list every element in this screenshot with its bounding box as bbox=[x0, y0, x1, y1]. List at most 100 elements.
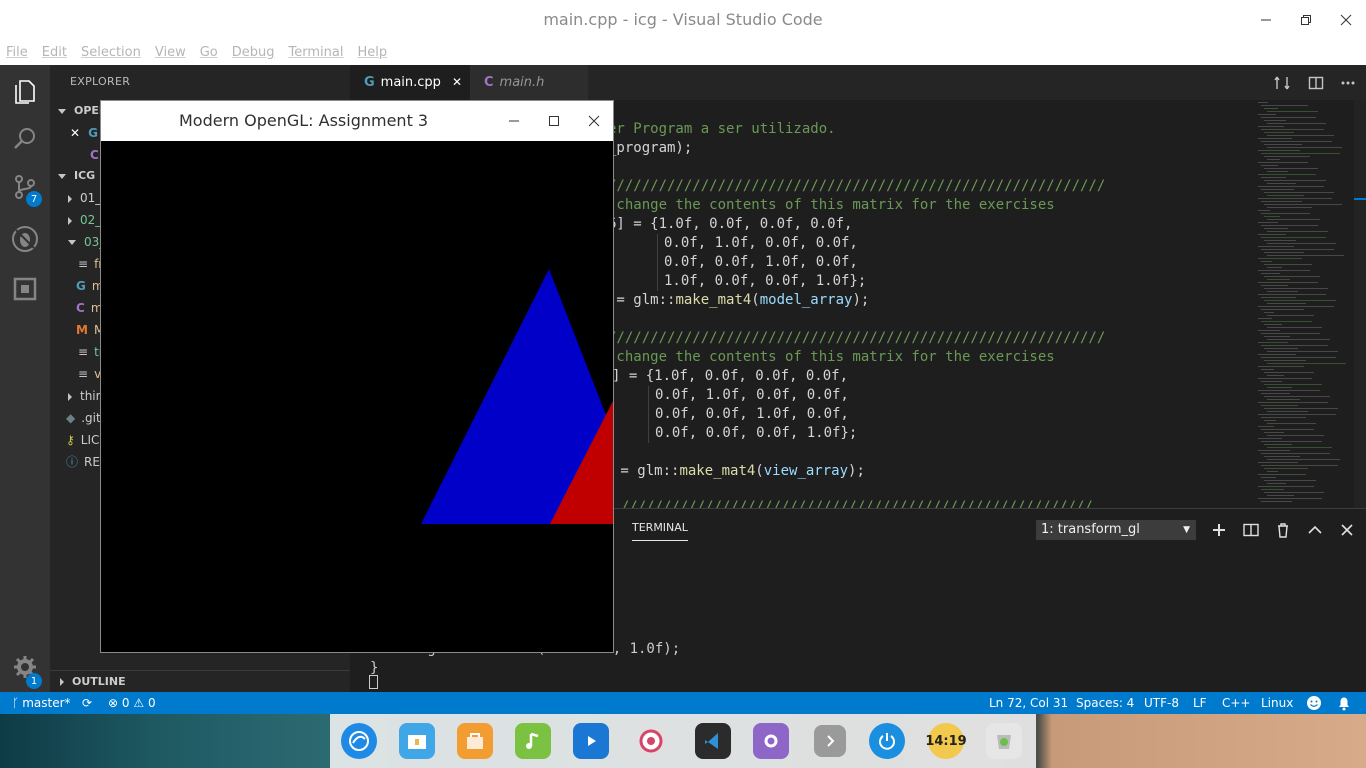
indentation-status[interactable]: Spaces: 4 bbox=[1076, 692, 1134, 714]
code-token: ( bbox=[751, 292, 760, 308]
minimap-line bbox=[1264, 156, 1310, 157]
problems-status[interactable]: ⊗ 0 ⚠ 0 bbox=[108, 692, 156, 714]
title-bar: main.cpp - icg - Visual Studio Code bbox=[0, 0, 1366, 40]
code-line: change the contents of this matrix for t… bbox=[608, 197, 1055, 213]
close-icon[interactable]: ✕ bbox=[70, 126, 80, 140]
language-status[interactable]: C++ bbox=[1222, 692, 1251, 714]
open-changes-button[interactable] bbox=[1274, 75, 1290, 95]
minimap-line bbox=[1267, 219, 1320, 220]
tab-terminal[interactable]: TERMINAL bbox=[632, 521, 688, 541]
makefile-icon: M bbox=[76, 323, 88, 337]
explorer-button[interactable] bbox=[0, 67, 50, 115]
git-branch-status[interactable]: ᚴ master* bbox=[12, 692, 71, 714]
editor-scrollbar[interactable] bbox=[1354, 100, 1366, 508]
tab-main-h[interactable]: Cmain.h bbox=[470, 65, 588, 100]
encoding-status[interactable]: UTF-8 bbox=[1144, 692, 1179, 714]
trash-icon[interactable] bbox=[986, 723, 1022, 759]
gl-minimize-button[interactable] bbox=[503, 110, 525, 132]
tree-folder-third[interactable]: thir bbox=[68, 385, 101, 407]
tree-folder-02[interactable]: 02_ bbox=[68, 209, 101, 231]
manage-button[interactable]: 1 bbox=[0, 643, 50, 691]
settings-icon[interactable] bbox=[633, 723, 669, 759]
warning-icon: ⚠ bbox=[133, 696, 145, 710]
minimap-line bbox=[1258, 150, 1300, 151]
code-line: = glm::make_mat4(view_array); bbox=[612, 462, 864, 481]
indent-guide bbox=[657, 234, 658, 291]
vscode-icon[interactable] bbox=[695, 723, 731, 759]
system-settings-icon[interactable] bbox=[753, 723, 789, 759]
menu-help[interactable]: Help bbox=[357, 45, 387, 60]
sync-icon: ⟳ bbox=[82, 696, 93, 710]
activity-bar: 7 1 bbox=[0, 65, 50, 692]
close-panel-button[interactable] bbox=[1338, 521, 1356, 539]
menu-file[interactable]: File bbox=[6, 45, 28, 60]
platform-status[interactable]: Linux bbox=[1261, 692, 1293, 714]
sync-button[interactable]: ⟳ bbox=[82, 692, 92, 714]
deepin-launcher-icon[interactable] bbox=[341, 723, 377, 759]
dropdown-arrow-icon: ▼ bbox=[1183, 525, 1190, 535]
debug-button[interactable] bbox=[0, 215, 50, 263]
opengl-window[interactable]: Modern OpenGL: Assignment 3 bbox=[100, 100, 614, 653]
video-icon[interactable] bbox=[573, 723, 609, 759]
workspace-section[interactable]: ICG bbox=[58, 165, 95, 187]
minimap-line bbox=[1258, 282, 1318, 283]
close-icon[interactable]: ✕ bbox=[452, 65, 462, 100]
source-control-button[interactable]: 7 bbox=[0, 163, 50, 211]
file-manager-icon[interactable] bbox=[399, 723, 435, 759]
tree-file-readme[interactable]: ⓘ RE bbox=[66, 451, 100, 473]
terminal-select[interactable]: 1: transform_gl ▼ bbox=[1036, 520, 1196, 540]
chevron-down-icon bbox=[58, 173, 66, 179]
app-store-icon[interactable] bbox=[457, 723, 493, 759]
tree-label: RE bbox=[84, 455, 100, 469]
header-file-icon: C bbox=[484, 75, 494, 90]
menu-edit[interactable]: Edit bbox=[42, 45, 67, 60]
new-terminal-button[interactable] bbox=[1210, 521, 1228, 539]
minimap-line bbox=[1258, 378, 1312, 379]
tree-file-main-h[interactable]: Cm bbox=[76, 297, 103, 319]
tree-file-license[interactable]: ⚷ LIC bbox=[66, 429, 99, 451]
minimap-line bbox=[1258, 114, 1276, 115]
open-editor-item-main-h[interactable]: C bbox=[90, 144, 99, 166]
tree-folder-01[interactable]: 01_ bbox=[68, 187, 101, 209]
close-button[interactable] bbox=[1334, 8, 1358, 32]
clock-icon[interactable]: 14:19 bbox=[925, 723, 967, 759]
more-actions-button[interactable] bbox=[1340, 75, 1356, 95]
menu-debug[interactable]: Debug bbox=[232, 45, 275, 60]
menu-terminal[interactable]: Terminal bbox=[289, 45, 344, 60]
cursor-position[interactable]: Ln 72, Col 31 bbox=[989, 692, 1068, 714]
minimap-line bbox=[1264, 300, 1336, 301]
tree-file-gitignore[interactable]: ◆ .git bbox=[66, 407, 101, 429]
minimap[interactable] bbox=[1254, 100, 1354, 508]
power-icon[interactable] bbox=[869, 723, 905, 759]
outline-section[interactable]: OUTLINE bbox=[50, 670, 350, 692]
menu-view[interactable]: View bbox=[155, 45, 186, 60]
opengl-window-titlebar[interactable]: Modern OpenGL: Assignment 3 bbox=[101, 101, 613, 141]
music-icon[interactable] bbox=[515, 723, 551, 759]
search-button[interactable] bbox=[0, 115, 50, 163]
files-icon bbox=[15, 80, 35, 104]
split-editor-button[interactable] bbox=[1308, 75, 1324, 95]
window-title: main.cpp - icg - Visual Studio Code bbox=[543, 10, 823, 29]
split-terminal-button[interactable] bbox=[1242, 521, 1260, 539]
maximize-panel-button[interactable] bbox=[1306, 521, 1324, 539]
kill-terminal-button[interactable] bbox=[1274, 521, 1292, 539]
extensions-button[interactable] bbox=[0, 265, 50, 313]
status-bar: ᚴ master* ⟳ ⊗ 0 ⚠ 0 Ln 72, Col 31 Spaces:… bbox=[0, 692, 1366, 714]
minimap-line bbox=[1267, 303, 1306, 304]
minimap-line bbox=[1264, 324, 1282, 325]
close-icon bbox=[1340, 14, 1352, 26]
menu-go[interactable]: Go bbox=[200, 45, 218, 60]
minimap-line bbox=[1267, 327, 1322, 328]
menu-selection[interactable]: Selection bbox=[81, 45, 141, 60]
minimap-line bbox=[1258, 102, 1268, 103]
eol-status[interactable]: LF bbox=[1193, 692, 1207, 714]
gl-maximize-button[interactable] bbox=[543, 110, 565, 132]
minimize-button[interactable] bbox=[1254, 8, 1278, 32]
restore-button[interactable] bbox=[1294, 8, 1318, 32]
gl-close-button[interactable] bbox=[583, 110, 605, 132]
minimap-line bbox=[1267, 471, 1278, 472]
open-editor-item-main-cpp[interactable]: ✕ G bbox=[70, 122, 98, 144]
minimap-line bbox=[1267, 147, 1342, 148]
tab-main-cpp[interactable]: Gmain.cpp ✕ bbox=[350, 65, 470, 100]
more-icon[interactable] bbox=[814, 725, 846, 757]
